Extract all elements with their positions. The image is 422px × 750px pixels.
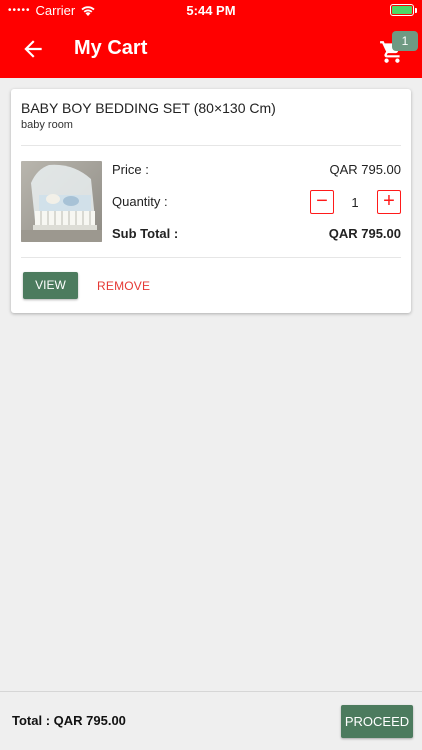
view-button[interactable]: VIEW bbox=[23, 272, 78, 299]
quantity-value: 1 bbox=[351, 195, 359, 210]
cart-count-badge: 1 bbox=[392, 31, 418, 51]
cart-total: Total : QAR 795.00 bbox=[12, 713, 126, 728]
divider bbox=[21, 145, 401, 146]
status-bar: ••••• Carrier 5:44 PM bbox=[0, 0, 422, 22]
increment-button[interactable]: + bbox=[377, 190, 401, 214]
remove-button[interactable]: REMOVE bbox=[97, 279, 150, 293]
price-value: QAR 795.00 bbox=[329, 162, 401, 177]
battery-icon bbox=[390, 4, 417, 16]
quantity-label: Quantity : bbox=[112, 194, 168, 209]
product-category: baby room bbox=[21, 119, 73, 131]
back-arrow-icon[interactable] bbox=[20, 36, 46, 62]
subtotal-value: QAR 795.00 bbox=[328, 226, 401, 241]
decrement-button[interactable]: − bbox=[310, 190, 334, 214]
checkout-bar: Total : QAR 795.00 PROCEED bbox=[0, 691, 422, 750]
price-label: Price : bbox=[112, 162, 149, 177]
page-title: My Cart bbox=[74, 37, 148, 59]
cart-item-card: BABY BOY BEDDING SET (80×130 Cm) baby ro… bbox=[11, 89, 411, 313]
app-header: My Cart 1 bbox=[0, 22, 422, 78]
product-name: BABY BOY BEDDING SET (80×130 Cm) bbox=[21, 100, 276, 116]
subtotal-label: Sub Total : bbox=[112, 226, 179, 241]
divider bbox=[21, 257, 401, 258]
status-time: 5:44 PM bbox=[186, 3, 236, 18]
product-thumbnail[interactable] bbox=[21, 161, 102, 242]
proceed-button[interactable]: PROCEED bbox=[341, 705, 413, 738]
